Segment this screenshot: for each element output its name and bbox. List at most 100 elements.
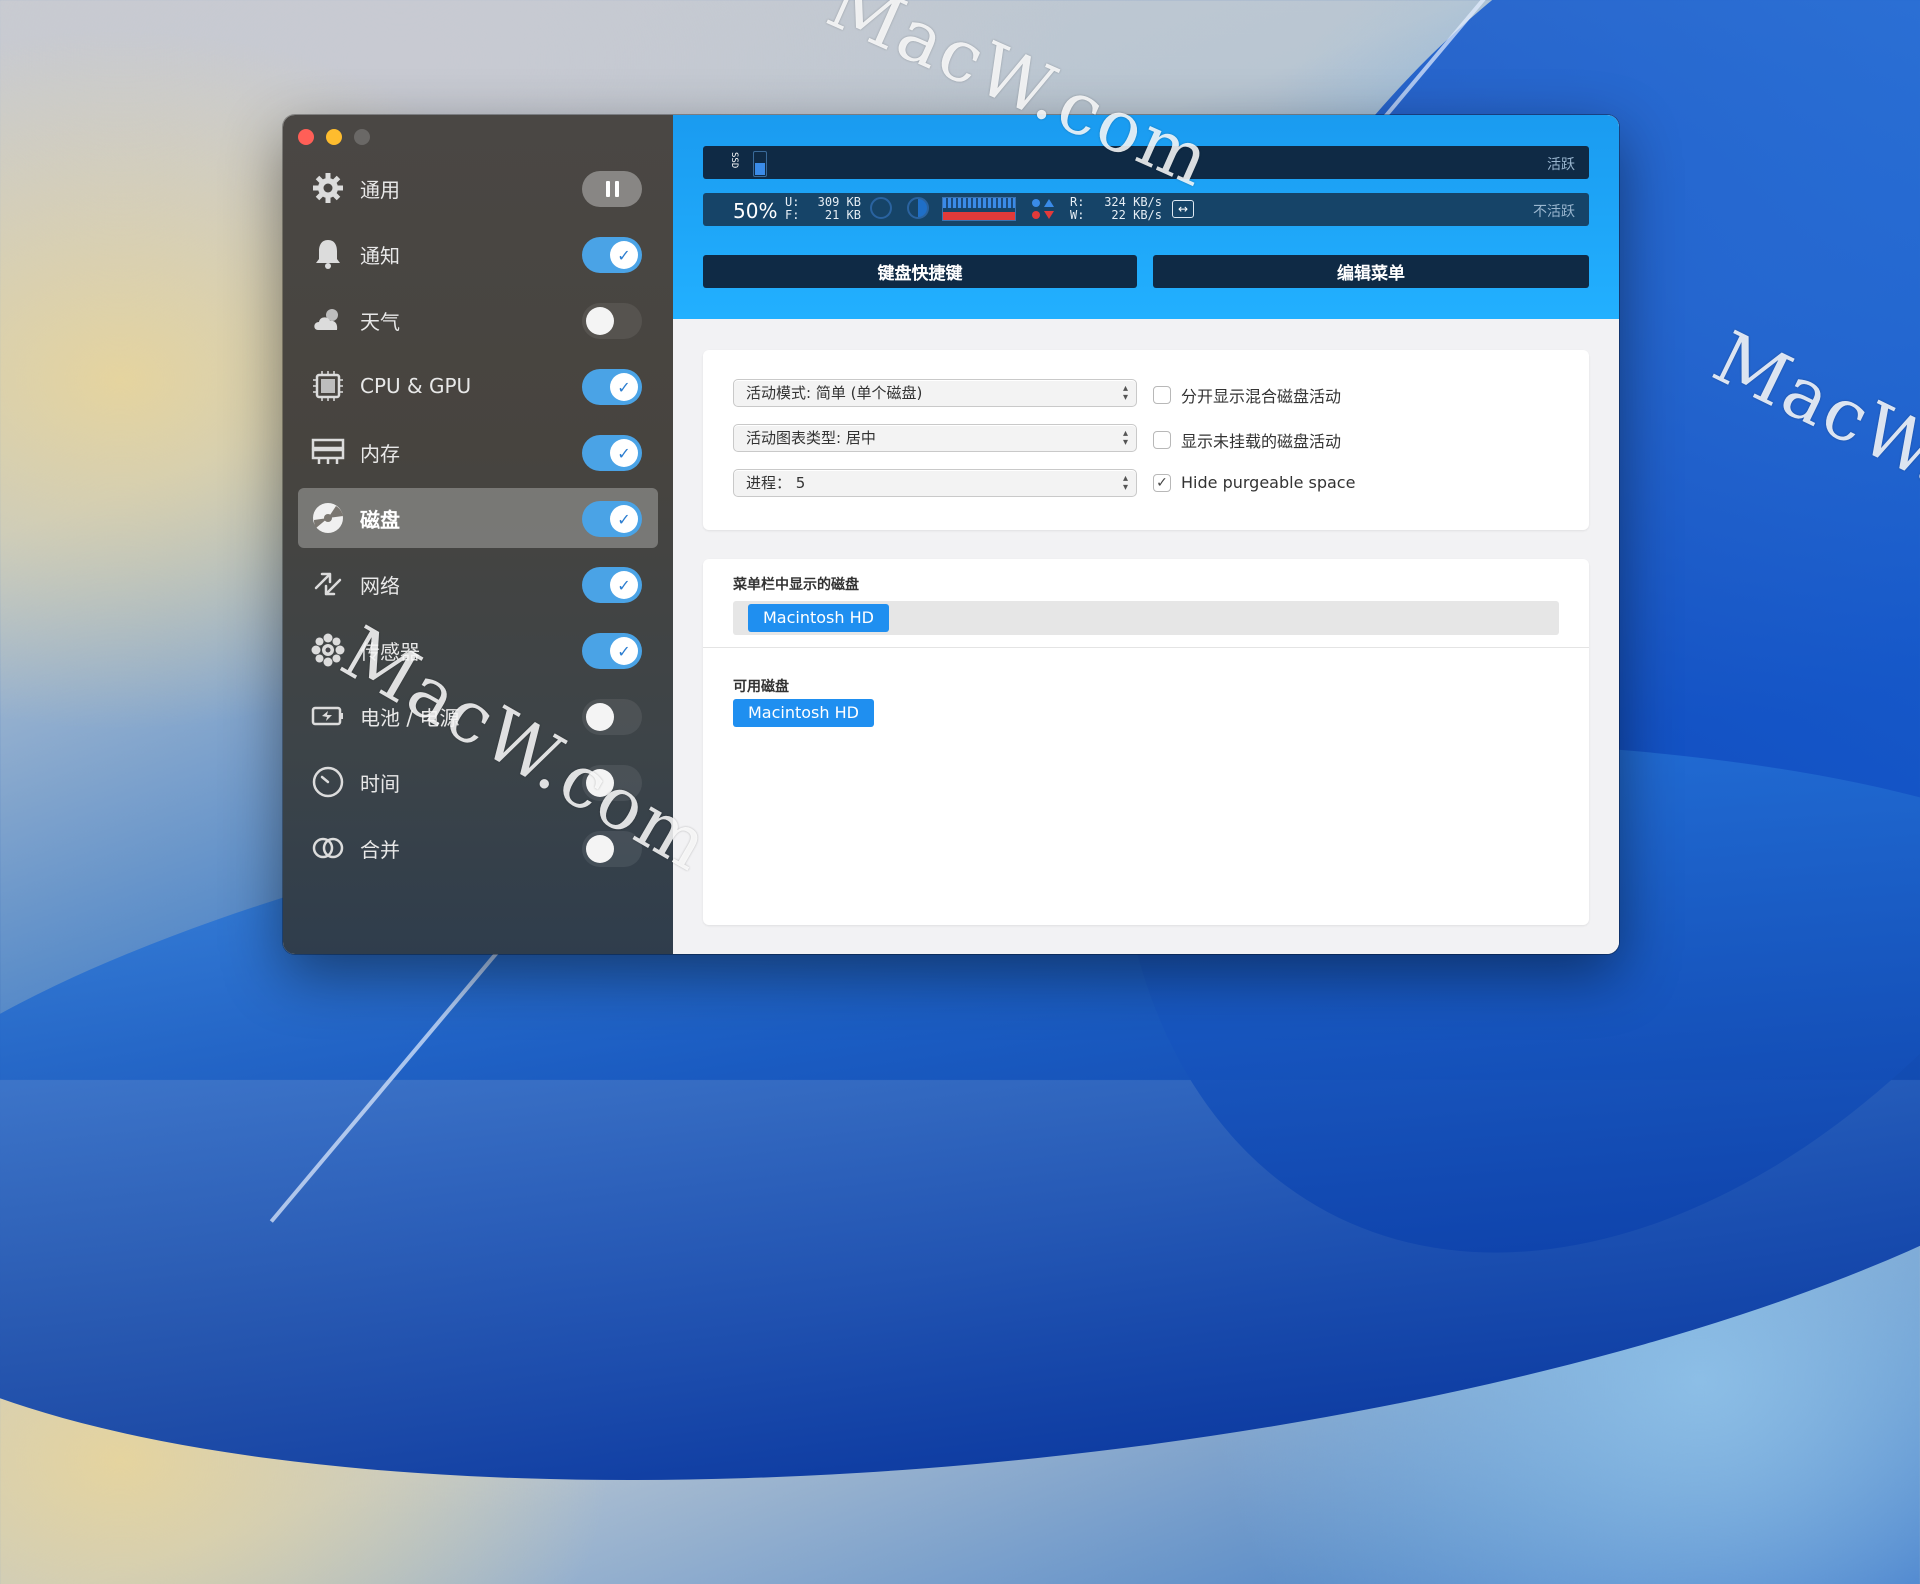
sidebar-item[interactable]: 时间: [298, 752, 658, 812]
toggle-knob: [586, 769, 614, 797]
available-disk-chip[interactable]: Macintosh HD: [733, 699, 874, 727]
edit-menu-button[interactable]: 编辑菜单: [1153, 255, 1589, 288]
activity-mode-select[interactable]: 活动模式: 简单 (单个磁盘) ▴ ▾: [733, 379, 1137, 407]
module-toggle[interactable]: ✓: [582, 369, 642, 405]
inactive-label: 不活跃: [1533, 204, 1575, 220]
toggle-knob: ✓: [610, 637, 638, 665]
battery-icon: [308, 696, 348, 736]
clock-icon: [308, 762, 348, 802]
sidebar-item[interactable]: 传感器 ✓: [298, 620, 658, 680]
memory-icon: [308, 432, 348, 472]
toggle-knob: [586, 703, 614, 731]
swap-icon: ↔: [1172, 200, 1194, 218]
unmounted-activity-checkbox[interactable]: [1153, 431, 1171, 449]
purgeable-option[interactable]: ✓ Hide purgeable space: [1153, 473, 1355, 492]
unmounted-activity-option[interactable]: 显示未挂载的磁盘活动: [1153, 428, 1341, 452]
disk-icon: [308, 498, 348, 538]
sidebar-item[interactable]: 电池 / 电源: [298, 686, 658, 746]
free-key: F:: [785, 208, 800, 222]
sidebar-item[interactable]: 合并: [298, 818, 658, 878]
sidebar-nav: 通用通知 ✓ 天气 CPU & GPU ✓ 内存 ✓ 磁盘 ✓ 网络 ✓ 传感器 ✓ 电池 / 电源时间合…: [298, 158, 658, 884]
read-write-dots-icon: [1032, 199, 1054, 219]
sidebar: 通用通知 ✓ 天气 CPU & GPU ✓ 内存 ✓ 磁盘 ✓ 网络 ✓ 传感器 ✓ 电池 / 电源时间合…: [283, 115, 673, 954]
settings-card: 活动模式: 简单 (单个磁盘) ▴ ▾ 活动图表类型: 居中 ▴ ▾ 进程： 5 ▴…: [703, 350, 1589, 530]
sidebar-item-label: 通知: [360, 243, 400, 268]
divider: [703, 647, 1589, 648]
sidebar-item[interactable]: 网络 ✓: [298, 554, 658, 614]
close-button[interactable]: [298, 129, 314, 145]
network-icon: [308, 564, 348, 604]
sidebar-item[interactable]: CPU & GPU ✓: [298, 356, 658, 416]
module-toggle[interactable]: [582, 765, 642, 801]
sidebar-item-label: 网络: [360, 573, 400, 598]
half-ring-icon: [907, 197, 929, 219]
usage-percent: 50%: [733, 199, 778, 223]
chart-type-value: 活动图表类型: 居中: [746, 429, 876, 447]
process-count-value: 进程： 5: [746, 474, 806, 492]
sidebar-item[interactable]: 磁盘 ✓: [298, 488, 658, 548]
main-panel: SSD 活跃 50% U:309 KB F:21 KB R:324 KB/: [673, 115, 1619, 954]
combine-icon: [308, 828, 348, 868]
toggle-knob: ✓: [610, 571, 638, 599]
purgeable-checkbox[interactable]: ✓: [1153, 473, 1171, 492]
sidebar-item[interactable]: 内存 ✓: [298, 422, 658, 482]
pause-icon: [606, 181, 619, 197]
select-arrows-icon: ▴ ▾: [1122, 473, 1128, 493]
sidebar-item-label: 内存: [360, 441, 400, 466]
sidebar-item-label: 合并: [360, 837, 400, 862]
split-activity-label: 分开显示混合磁盘活动: [1181, 387, 1342, 406]
sidebar-item-label: CPU & GPU: [360, 374, 472, 398]
app-window: 通用通知 ✓ 天气 CPU & GPU ✓ 内存 ✓ 磁盘 ✓ 网络 ✓ 传感器 ✓ 电池 / 电源时间合…: [283, 115, 1619, 954]
module-toggle[interactable]: ✓: [582, 567, 642, 603]
menubar-disk-chip[interactable]: Macintosh HD: [748, 604, 889, 632]
toggle-knob: ✓: [610, 373, 638, 401]
disks-card: 菜单栏中显示的磁盘 Macintosh HD 可用磁盘 Macintosh HD: [703, 559, 1589, 925]
activity-mode-value: 活动模式: 简单 (单个磁盘): [746, 384, 923, 402]
split-activity-checkbox[interactable]: [1153, 386, 1171, 404]
free-value: 21 KB: [824, 208, 861, 222]
sidebar-item[interactable]: 天气: [298, 290, 658, 350]
disk-usage-indicator: [753, 151, 767, 177]
module-toggle[interactable]: ✓: [582, 237, 642, 273]
menubar-disks-list[interactable]: Macintosh HD: [733, 601, 1559, 635]
module-toggle[interactable]: [582, 831, 642, 867]
sidebar-item[interactable]: 通知 ✓: [298, 224, 658, 284]
gear-icon: [308, 168, 348, 208]
sensor-icon: [308, 630, 348, 670]
sidebar-item-label: 传感器: [360, 639, 420, 664]
split-activity-option[interactable]: 分开显示混合磁盘活动: [1153, 383, 1341, 407]
activity-histogram-icon: [942, 197, 1016, 221]
bell-icon: [308, 234, 348, 274]
toggle-knob: ✓: [610, 439, 638, 467]
sidebar-item-label: 磁盘: [360, 507, 400, 532]
window-controls: [298, 129, 370, 145]
minimize-button[interactable]: [326, 129, 342, 145]
unmounted-activity-label: 显示未挂载的磁盘活动: [1181, 432, 1342, 451]
sidebar-item-label: 天气: [360, 309, 400, 334]
module-toggle[interactable]: [582, 303, 642, 339]
preview-header: SSD 活跃 50% U:309 KB F:21 KB R:324 KB/: [673, 115, 1619, 319]
usage-ring-icon: [870, 197, 892, 219]
toggle-knob: ✓: [610, 241, 638, 269]
sidebar-item-label: 电池 / 电源: [360, 705, 460, 730]
toggle-knob: [586, 835, 614, 863]
module-toggle[interactable]: [582, 699, 642, 735]
sidebar-item-label: 通用: [360, 177, 400, 202]
zoom-button[interactable]: [354, 129, 370, 145]
checkmark-icon: ✓: [1156, 474, 1168, 491]
write-value: 22 KB/s: [1111, 208, 1162, 222]
process-count-select[interactable]: 进程： 5 ▴ ▾: [733, 469, 1137, 497]
module-toggle[interactable]: ✓: [582, 435, 642, 471]
available-disks-title: 可用磁盘: [733, 679, 789, 695]
sidebar-item[interactable]: 通用: [298, 158, 658, 218]
module-toggle[interactable]: ✓: [582, 633, 642, 669]
active-preview-bar: SSD 活跃: [703, 146, 1589, 179]
pause-button[interactable]: [582, 171, 642, 207]
menubar-disks-title: 菜单栏中显示的磁盘: [733, 577, 859, 593]
chart-type-select[interactable]: 活动图表类型: 居中 ▴ ▾: [733, 424, 1137, 452]
select-arrows-icon: ▴ ▾: [1122, 383, 1128, 403]
purgeable-label: Hide purgeable space: [1181, 473, 1356, 492]
keyboard-shortcuts-button[interactable]: 键盘快捷键: [703, 255, 1137, 288]
toggle-knob: ✓: [610, 505, 638, 533]
module-toggle[interactable]: ✓: [582, 501, 642, 537]
